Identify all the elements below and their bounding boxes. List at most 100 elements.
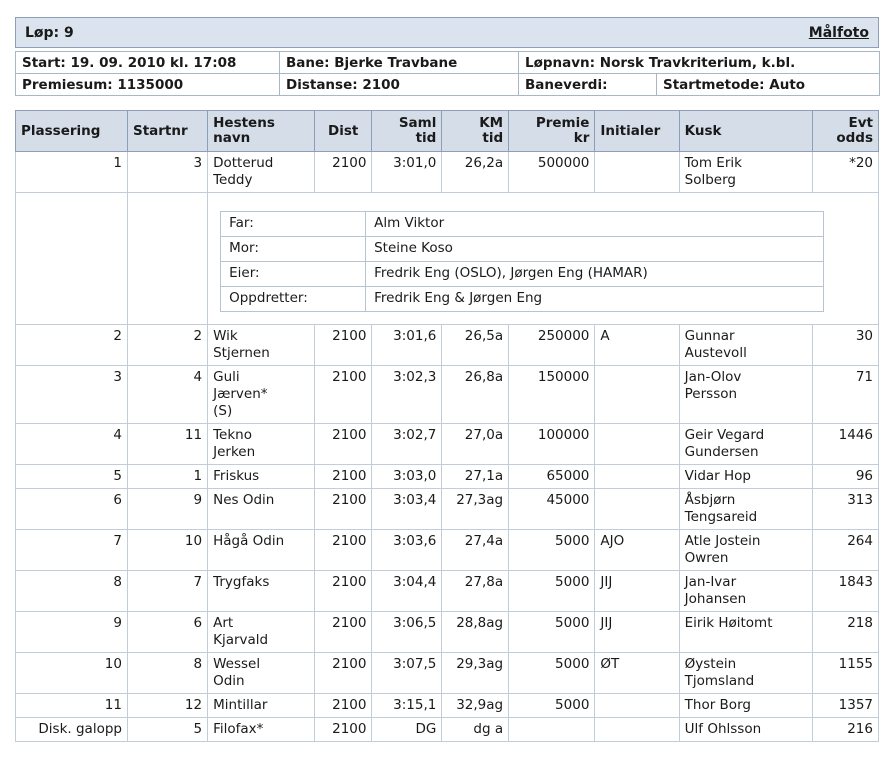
cell-horse-name[interactable]: Nes Odin bbox=[207, 488, 315, 530]
table-row-9[interactable]: 9 6 Art Kjarvald 2100 3:06,5 28,8ag 5000 … bbox=[15, 611, 879, 653]
cell-startnr: 12 bbox=[126, 693, 209, 718]
cell-kusk: Vidar Hop bbox=[678, 464, 814, 489]
detail-mor-value: Steine Koso bbox=[365, 236, 825, 262]
cell-odds: 1843 bbox=[812, 570, 879, 612]
cell-kusk: Jan-Ivar Johansen bbox=[678, 570, 814, 612]
cell-odds: 30 bbox=[812, 324, 879, 366]
race-track-value: Baneverdi: bbox=[518, 73, 657, 96]
table-row-6[interactable]: 6 9 Nes Odin 2100 3:03,4 27,3ag 45000 Ås… bbox=[15, 488, 879, 530]
cell-horse-name[interactable]: Wik Stjernen bbox=[207, 324, 315, 366]
table-row-8[interactable]: 8 7 Trygfaks 2100 3:04,4 27,8a 5000 JIJ … bbox=[15, 570, 879, 612]
table-row-10[interactable]: 10 8 Wessel Odin 2100 3:07,5 29,3ag 5000 … bbox=[15, 652, 879, 694]
cell-odds: 313 bbox=[812, 488, 879, 530]
cell-km-tid: 26,5a bbox=[441, 324, 510, 366]
cell-premie: 5000 bbox=[508, 652, 596, 694]
cell-km-tid: 28,8ag bbox=[441, 611, 510, 653]
table-row-11[interactable]: 11 12 Mintillar 2100 3:15,1 32,9ag 5000 … bbox=[15, 693, 879, 718]
col-odds: Evt odds bbox=[812, 110, 879, 152]
cell-km-tid: dg a bbox=[441, 717, 510, 742]
cell-startnr: 1 bbox=[126, 464, 209, 489]
cell-horse-name[interactable]: Friskus bbox=[207, 464, 315, 489]
table-row-2[interactable]: 2 2 Wik Stjernen 2100 3:01,6 26,5a 250000… bbox=[15, 324, 879, 366]
cell-startnr: 4 bbox=[126, 365, 209, 424]
race-track: Bane: Bjerke Travbane bbox=[279, 51, 519, 74]
detail-eier-value: Fredrik Eng (OSLO), Jørgen Eng (HAMAR) bbox=[365, 261, 825, 287]
cell-kusk: Åsbjørn Tengsareid bbox=[678, 488, 814, 530]
cell-kusk: Gunnar Austevoll bbox=[678, 324, 814, 366]
col-saml-tid: Saml tid bbox=[371, 110, 443, 152]
cell-initialer: AJO bbox=[594, 529, 680, 571]
cell-dist: 2100 bbox=[313, 324, 373, 366]
cell-horse-name[interactable]: Tekno Jerken bbox=[207, 423, 315, 465]
cell-km-tid: 27,8a bbox=[441, 570, 510, 612]
cell-saml-tid: 3:03,4 bbox=[371, 488, 443, 530]
cell-km-tid: 27,0a bbox=[441, 423, 510, 465]
cell-horse-name[interactable]: Art Kjarvald bbox=[207, 611, 315, 653]
cell-premie: 250000 bbox=[508, 324, 596, 366]
cell-plassering: 10 bbox=[15, 652, 128, 694]
cell-kusk: Øystein Tjomsland bbox=[678, 652, 814, 694]
col-premie: Premie kr bbox=[508, 110, 596, 152]
cell-horse-name[interactable]: Wessel Odin bbox=[207, 652, 315, 694]
detail-eier-label: Eier: bbox=[220, 261, 367, 287]
cell-horse-name[interactable]: Mintillar bbox=[207, 693, 315, 718]
cell-dist: 2100 bbox=[313, 464, 373, 489]
cell-saml-tid: 3:02,3 bbox=[371, 365, 443, 424]
cell-dist: 2100 bbox=[313, 570, 373, 612]
cell-horse-name[interactable]: Filofax* bbox=[207, 717, 315, 742]
cell-initialer bbox=[594, 488, 680, 530]
detail-oppdretter-row: Oppdretter: Fredrik Eng & Jørgen Eng bbox=[220, 286, 825, 312]
cell-initialer: ØT bbox=[594, 652, 680, 694]
cell-saml-tid: 3:01,0 bbox=[371, 151, 443, 193]
cell-initialer bbox=[594, 693, 680, 718]
cell-premie: 45000 bbox=[508, 488, 596, 530]
cell-saml-tid: DG bbox=[371, 717, 443, 742]
cell-horse-name[interactable]: Hågå Odin bbox=[207, 529, 315, 571]
cell-odds: 96 bbox=[812, 464, 879, 489]
cell-horse-name[interactable]: Guli Jærven* (S) bbox=[207, 365, 315, 424]
cell-premie: 500000 bbox=[508, 151, 596, 193]
cell-kusk: Jan-Olov Persson bbox=[678, 365, 814, 424]
cell-plassering: 7 bbox=[15, 529, 128, 571]
cell-premie: 5000 bbox=[508, 529, 596, 571]
cell-plassering: 2 bbox=[15, 324, 128, 366]
table-row-12[interactable]: Disk. galopp 5 Filofax* 2100 DG dg a Ulf… bbox=[15, 717, 879, 742]
cell-km-tid: 29,3ag bbox=[441, 652, 510, 694]
cell-premie: 5000 bbox=[508, 611, 596, 653]
photo-finish-link[interactable]: Målfoto bbox=[809, 25, 869, 41]
col-hestens-navn: Hestens navn bbox=[207, 110, 315, 152]
detail-oppdretter-label: Oppdretter: bbox=[220, 286, 367, 312]
cell-startnr: 2 bbox=[126, 324, 209, 366]
cell-dist: 2100 bbox=[313, 488, 373, 530]
table-row-7[interactable]: 7 10 Hågå Odin 2100 3:03,6 27,4a 5000 AJ… bbox=[15, 529, 879, 571]
cell-saml-tid: 3:06,5 bbox=[371, 611, 443, 653]
cell-kusk: Thor Borg bbox=[678, 693, 814, 718]
cell-premie: 5000 bbox=[508, 693, 596, 718]
cell-initialer bbox=[594, 151, 680, 193]
cell-saml-tid: 3:02,7 bbox=[371, 423, 443, 465]
col-dist: Dist bbox=[313, 110, 373, 152]
cell-kusk: Eirik Høitomt bbox=[678, 611, 814, 653]
col-km-tid: KM tid bbox=[441, 110, 510, 152]
detail-mor-row: Mor: Steine Koso bbox=[220, 236, 825, 262]
cell-km-tid: 26,2a bbox=[441, 151, 510, 193]
cell-horse-name[interactable]: Dotterud Teddy bbox=[207, 151, 315, 193]
table-row-3[interactable]: 3 4 Guli Jærven* (S) 2100 3:02,3 26,8a 150… bbox=[15, 365, 879, 424]
results-header-row: Plassering Startnr Hestens navn Dist Saml… bbox=[15, 110, 879, 152]
cell-dist: 2100 bbox=[313, 423, 373, 465]
detail-oppdretter-value: Fredrik Eng & Jørgen Eng bbox=[365, 286, 825, 312]
cell-kusk: Geir Vegard Gundersen bbox=[678, 423, 814, 465]
cell-saml-tid: 3:03,6 bbox=[371, 529, 443, 571]
col-startnr: Startnr bbox=[126, 110, 209, 152]
cell-initialer bbox=[594, 464, 680, 489]
table-row-4[interactable]: 4 11 Tekno Jerken 2100 3:02,7 27,0a 10000… bbox=[15, 423, 879, 465]
race-purse: Premiesum: 1135000 bbox=[15, 73, 280, 96]
table-row-1[interactable]: 1 3 Dotterud Teddy 2100 3:01,0 26,2a 5000… bbox=[15, 151, 879, 193]
detail-far-label: Far: bbox=[220, 211, 367, 237]
cell-dist: 2100 bbox=[313, 365, 373, 424]
cell-horse-name[interactable]: Trygfaks bbox=[207, 570, 315, 612]
cell-saml-tid: 3:01,6 bbox=[371, 324, 443, 366]
detail-eier-row: Eier: Fredrik Eng (OSLO), Jørgen Eng (HA… bbox=[220, 261, 825, 287]
table-row-5[interactable]: 5 1 Friskus 2100 3:03,0 27,1a 65000 Vida… bbox=[15, 464, 879, 489]
cell-dist: 2100 bbox=[313, 611, 373, 653]
